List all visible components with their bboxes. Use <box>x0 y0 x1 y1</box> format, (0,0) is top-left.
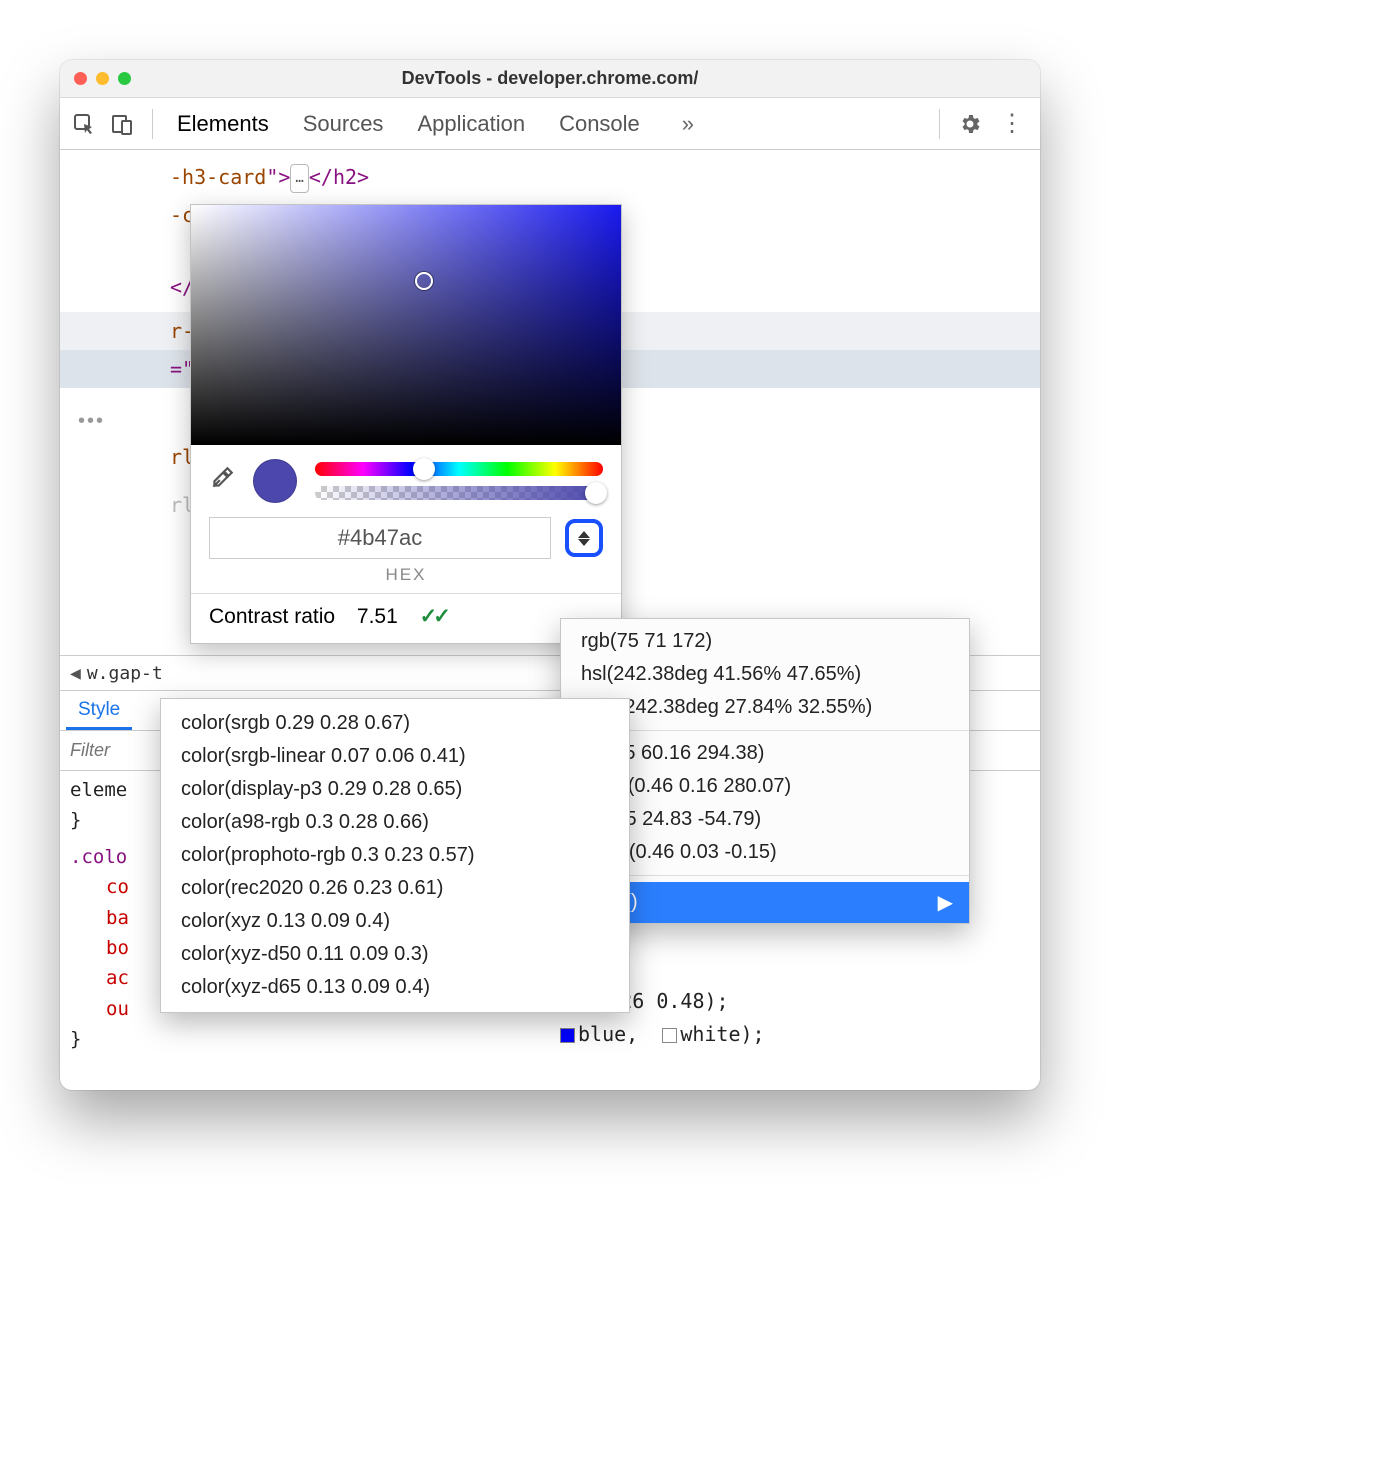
tab-elements[interactable]: Elements <box>177 111 269 137</box>
menu-item[interactable]: color(xyz-d50 0.11 0.09 0.3) <box>161 938 629 971</box>
toolbar-divider <box>152 109 153 139</box>
titlebar: DevTools - developer.chrome.com/ <box>60 60 1040 98</box>
alpha-slider[interactable] <box>315 486 603 500</box>
menu-item[interactable]: color(a98-rgb 0.3 0.28 0.66) <box>161 806 629 839</box>
color-spectrum[interactable] <box>191 205 621 445</box>
submenu-arrow-icon: ▶ <box>938 890 953 915</box>
tab-application[interactable]: Application <box>417 111 525 137</box>
alpha-thumb-icon[interactable] <box>585 482 607 504</box>
window-title: DevTools - developer.chrome.com/ <box>60 68 1040 89</box>
traffic-lights <box>74 72 131 85</box>
more-tabs-icon[interactable]: » <box>674 111 702 137</box>
breadcrumb-text[interactable]: w.gap-t <box>87 663 163 684</box>
tab-styles[interactable]: Style <box>66 693 132 730</box>
css-value-tail: blue, white); <box>560 1022 765 1046</box>
menu-item[interactable]: rgb(75 71 172) <box>561 625 969 658</box>
panel-tabs: Elements Sources Application Console » <box>169 111 923 137</box>
close-window-icon[interactable] <box>74 72 87 85</box>
color-function-menu: color(srgb 0.29 0.28 0.67) color(srgb-li… <box>160 698 630 1013</box>
menu-item[interactable]: color(srgb 0.29 0.28 0.67) <box>161 707 629 740</box>
spectrum-cursor-icon[interactable] <box>415 272 433 290</box>
menu-item[interactable]: hsl(242.38deg 41.56% 47.65%) <box>561 658 969 691</box>
devtools-toolbar: Elements Sources Application Console » ⋮ <box>60 98 1040 150</box>
minimize-window-icon[interactable] <box>96 72 109 85</box>
content-area: ••• -h3-card">…</h2> -caption"></p> </di… <box>60 150 1040 1090</box>
hex-label: HEX <box>191 565 621 593</box>
color-swatch-icon[interactable] <box>560 1028 575 1043</box>
breadcrumb-left-icon[interactable]: ◀ <box>70 663 81 684</box>
menu-item[interactable]: color(prophoto-rgb 0.3 0.23 0.57) <box>161 839 629 872</box>
inspect-element-icon[interactable] <box>70 110 98 138</box>
chevron-up-icon <box>578 531 590 538</box>
menu-item[interactable]: color(rec2020 0.26 0.23 0.61) <box>161 872 629 905</box>
device-toolbar-icon[interactable] <box>108 110 136 138</box>
gear-icon[interactable] <box>956 110 984 138</box>
color-swatch-icon[interactable] <box>662 1028 677 1043</box>
tab-console[interactable]: Console <box>559 111 640 137</box>
contrast-pass-icon: ✓✓ <box>420 604 447 629</box>
tab-sources[interactable]: Sources <box>303 111 384 137</box>
contrast-row[interactable]: Contrast ratio 7.51 ✓✓ <box>191 594 621 643</box>
hue-thumb-icon[interactable] <box>413 458 435 480</box>
devtools-window: DevTools - developer.chrome.com/ Element… <box>60 60 1040 1090</box>
eyedropper-icon[interactable] <box>209 465 235 497</box>
chevron-down-icon <box>578 539 590 546</box>
ellipsis-badge-icon[interactable]: … <box>290 164 308 193</box>
color-format-toggle[interactable] <box>565 519 603 557</box>
toolbar-divider <box>939 109 940 139</box>
hue-slider[interactable] <box>315 462 603 476</box>
menu-item[interactable]: color(display-p3 0.29 0.28 0.65) <box>161 773 629 806</box>
zoom-window-icon[interactable] <box>118 72 131 85</box>
current-color-swatch <box>253 459 297 503</box>
menu-item[interactable]: color(xyz-d65 0.13 0.09 0.4) <box>161 971 629 1004</box>
dom-line[interactable]: -h3-card">…</h2> <box>170 158 1020 196</box>
menu-item[interactable]: color(xyz 0.13 0.09 0.4) <box>161 905 629 938</box>
menu-item[interactable]: color(srgb-linear 0.07 0.06 0.41) <box>161 740 629 773</box>
hex-input[interactable] <box>209 517 551 559</box>
color-picker-popover: HEX Contrast ratio 7.51 ✓✓ <box>190 204 622 644</box>
kebab-menu-icon[interactable]: ⋮ <box>994 109 1030 138</box>
